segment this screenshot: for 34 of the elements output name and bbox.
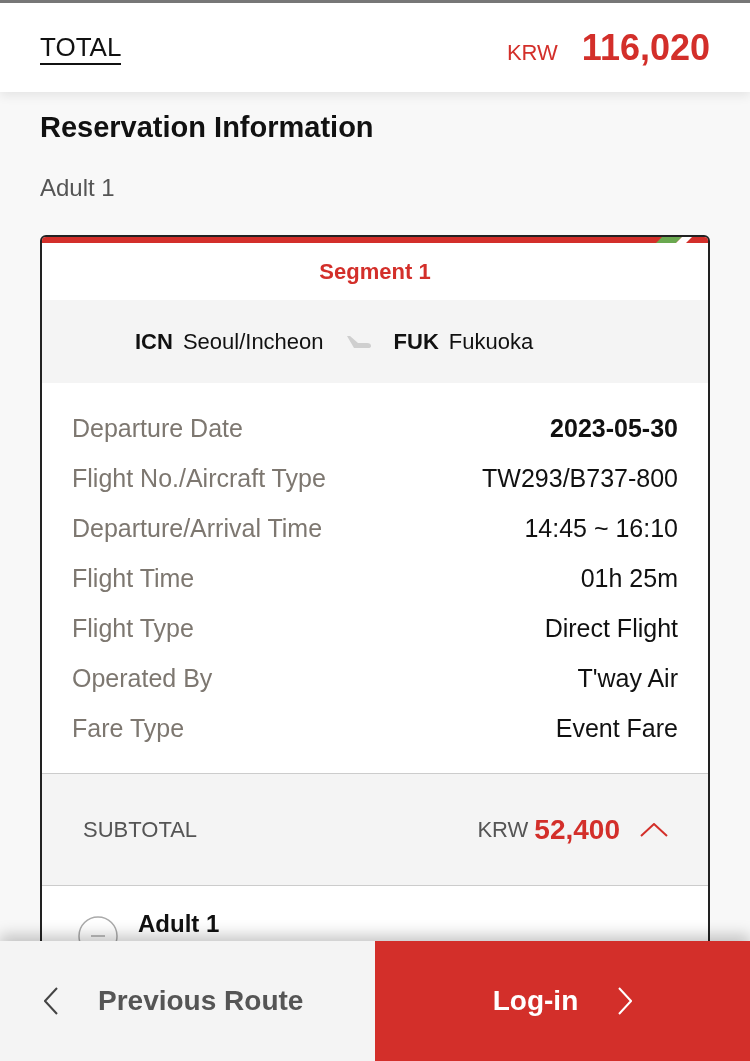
subtotal-currency: KRW (477, 816, 529, 844)
previous-route-button[interactable]: Previous Route (0, 941, 375, 1061)
destination-city: Fukuoka (448, 328, 534, 356)
detail-value: 2023-05-30 (550, 413, 678, 445)
detail-value: Direct Flight (544, 613, 678, 645)
total-amount: 116,020 (581, 25, 710, 70)
detail-label: Departure Date (72, 413, 243, 445)
chevron-right-icon (618, 987, 633, 1015)
subtotal-amount: 52,400 (534, 812, 620, 847)
chevron-left-icon (44, 987, 58, 1015)
detail-label: Fare Type (72, 713, 185, 745)
detail-label: Departure/Arrival Time (72, 513, 323, 545)
detail-label: Flight Type (72, 613, 194, 645)
destination-code: FUK (393, 328, 439, 356)
section-title: Reservation Information (40, 110, 375, 145)
detail-label: Flight No./Aircraft Type (72, 463, 326, 495)
detail-value: Event Fare (555, 713, 678, 745)
total-label[interactable]: TOTAL (40, 30, 122, 65)
detail-value: 01h 25m (580, 563, 678, 595)
detail-value: 14:45 ~ 16:10 (524, 513, 678, 545)
login-button[interactable]: Log-in (375, 941, 750, 1061)
detail-label: Flight Time (72, 563, 195, 595)
passenger-label: Adult 1 (138, 912, 220, 936)
origin-code: ICN (135, 328, 173, 356)
subtotal-label: SUBTOTAL (83, 816, 198, 844)
detail-label: Operated By (72, 663, 213, 695)
segment-title: Segment 1 (318, 258, 432, 286)
subtotal-bar[interactable]: SUBTOTAL KRW 52,400 (42, 774, 708, 886)
detail-value: TW293/B737-800 (482, 463, 678, 495)
passenger-summary: Adult 1 (40, 173, 116, 203)
origin-city: Seoul/Incheon (182, 328, 324, 356)
detail-value: T'way Air (577, 663, 678, 695)
airplane-icon (345, 334, 372, 349)
currency-label: KRW (506, 38, 558, 67)
